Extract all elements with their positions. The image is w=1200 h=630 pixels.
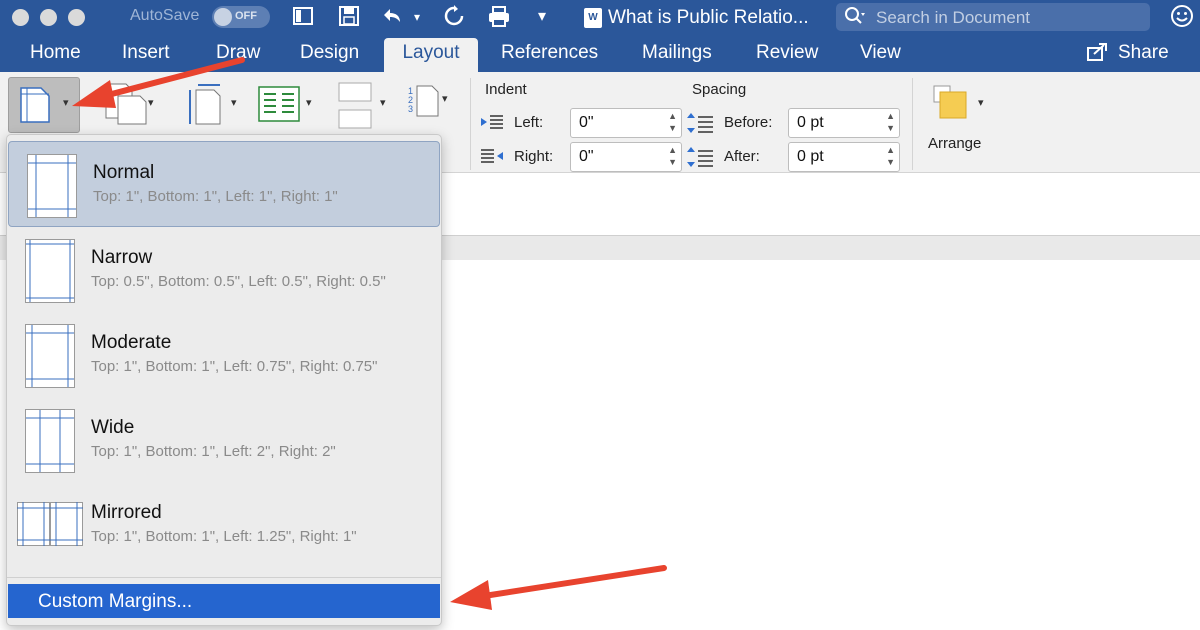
tab-references[interactable]: References (501, 42, 598, 64)
stepper-arrows-icon[interactable]: ▲ ▼ (668, 110, 677, 134)
size-icon[interactable] (186, 82, 226, 133)
indent-left-value: 0" (579, 114, 594, 131)
columns-dropdown-icon[interactable]: ▾ (306, 96, 312, 109)
stepper-arrows-icon[interactable]: ▲ ▼ (886, 144, 895, 168)
indent-left-stepper[interactable]: 0" ▲ ▼ (570, 108, 682, 138)
ribbon-divider (470, 78, 471, 170)
margin-option-moderate[interactable]: Moderate Top: 1", Bottom: 1", Left: 0.75… (7, 312, 441, 396)
close-window-button[interactable] (12, 9, 29, 26)
autosave-toggle[interactable]: OFF (212, 6, 270, 28)
indent-left-icon (480, 114, 504, 135)
spacing-after-label: After: (724, 148, 760, 165)
spacing-before-stepper[interactable]: 0 pt ▲ ▼ (788, 108, 900, 138)
indent-heading: Indent (485, 81, 527, 98)
toggle-knob (214, 8, 232, 26)
save-icon[interactable] (338, 5, 360, 32)
option-description: Top: 1", Bottom: 1", Left: 1", Right: 1" (93, 188, 338, 205)
tab-view[interactable]: View (860, 42, 901, 64)
orientation-dropdown-icon[interactable]: ▾ (148, 96, 154, 109)
margin-option-mirrored[interactable]: Mirrored Top: 1", Bottom: 1", Left: 1.25… (7, 482, 441, 566)
search-field[interactable]: Search in Document (836, 3, 1150, 31)
option-name: Wide (91, 417, 135, 438)
print-icon[interactable] (487, 5, 511, 32)
title-bar: AutoSave OFF ▾ ▾ W What is Public Relati… (0, 0, 1200, 36)
indent-left-label: Left: (514, 114, 544, 131)
menu-divider (7, 577, 441, 578)
tab-layout[interactable]: Layout (384, 38, 478, 72)
tab-review[interactable]: Review (756, 42, 818, 64)
normal-margin-icon (27, 154, 77, 218)
breaks-dropdown-icon[interactable]: ▾ (380, 96, 386, 109)
word-document-icon: W (584, 8, 602, 28)
minimize-window-button[interactable] (40, 9, 57, 26)
svg-text:3: 3 (408, 104, 413, 114)
option-description: Top: 1", Bottom: 1", Left: 1.25", Right:… (91, 528, 357, 545)
option-name: Narrow (91, 247, 153, 268)
stepper-arrows-icon[interactable]: ▲ ▼ (886, 110, 895, 134)
search-placeholder: Search in Document (876, 8, 1031, 27)
tab-home[interactable]: Home (30, 42, 81, 64)
breaks-icon[interactable] (338, 82, 372, 137)
arrange-dropdown-icon[interactable]: ▾ (978, 96, 984, 109)
moderate-margin-icon (25, 324, 75, 388)
undo-icon[interactable] (380, 5, 404, 32)
arrange-icon[interactable] (932, 84, 972, 129)
stepper-arrows-icon[interactable]: ▲ ▼ (668, 144, 677, 168)
share-button[interactable]: Share (1118, 42, 1169, 64)
orientation-icon[interactable] (104, 82, 148, 133)
line-numbers-dropdown-icon[interactable]: ▾ (442, 92, 448, 105)
tab-draw[interactable]: Draw (216, 42, 260, 64)
zoom-window-button[interactable] (68, 9, 85, 26)
spacing-heading: Spacing (692, 81, 747, 98)
redo-icon[interactable] (443, 5, 465, 32)
tab-layout-label: Layout (402, 42, 460, 63)
undo-dropdown-icon[interactable]: ▾ (414, 5, 420, 29)
spacing-before-icon (686, 112, 714, 139)
option-name: Normal (93, 162, 155, 183)
option-description: Top: 0.5", Bottom: 0.5", Left: 0.5", Rig… (91, 273, 386, 290)
arrange-label: Arrange (928, 135, 982, 152)
margin-option-narrow[interactable]: Narrow Top: 0.5", Bottom: 0.5", Left: 0.… (7, 227, 441, 311)
margin-option-wide[interactable]: Wide Top: 1", Bottom: 1", Left: 2", Righ… (7, 397, 441, 481)
spacing-before-value: 0 pt (797, 114, 824, 131)
margins-menu: Normal Top: 1", Bottom: 1", Left: 1", Ri… (6, 134, 442, 626)
tab-insert[interactable]: Insert (122, 42, 170, 64)
tab-design[interactable]: Design (300, 42, 359, 64)
sidebar-toggle-icon[interactable] (292, 5, 314, 32)
option-name: Mirrored (91, 502, 162, 523)
indent-right-stepper[interactable]: 0" ▲ ▼ (570, 142, 682, 172)
margins-icon (19, 86, 51, 129)
size-dropdown-icon[interactable]: ▾ (231, 96, 237, 109)
line-numbers-icon[interactable]: 123 (408, 84, 442, 123)
customize-toolbar-icon[interactable]: ▾ (538, 5, 546, 29)
search-icon (844, 6, 866, 31)
margins-dropdown-icon: ▾ (63, 97, 69, 109)
tab-mailings[interactable]: Mailings (642, 42, 712, 64)
autosave-label: AutoSave (130, 7, 200, 24)
spacing-before-label: Before: (724, 114, 773, 131)
spacing-after-stepper[interactable]: 0 pt ▲ ▼ (788, 142, 900, 172)
autosave-state: OFF (235, 10, 257, 22)
share-icon[interactable] (1086, 42, 1108, 67)
indent-right-icon (480, 148, 504, 169)
margins-button[interactable]: ▾ (8, 77, 80, 133)
custom-margins-item[interactable]: Custom Margins... (8, 584, 440, 618)
ribbon-divider (912, 78, 913, 170)
indent-right-value: 0" (579, 148, 594, 165)
custom-margins-label: Custom Margins... (38, 591, 193, 612)
mirrored-margin-icon (17, 502, 83, 551)
option-description: Top: 1", Bottom: 1", Left: 2", Right: 2" (91, 443, 336, 460)
spacing-after-icon (686, 146, 714, 173)
smiley-icon[interactable] (1170, 4, 1194, 35)
wide-margin-icon (25, 409, 75, 473)
document-title: What is Public Relatio... (608, 7, 809, 28)
margin-option-normal[interactable]: Normal Top: 1", Bottom: 1", Left: 1", Ri… (8, 141, 440, 227)
option-name: Moderate (91, 332, 172, 353)
columns-icon[interactable] (258, 86, 300, 127)
ribbon-tab-bar (0, 36, 1200, 72)
spacing-after-value: 0 pt (797, 148, 824, 165)
narrow-margin-icon (25, 239, 75, 303)
option-description: Top: 1", Bottom: 1", Left: 0.75", Right:… (91, 358, 378, 375)
indent-right-label: Right: (514, 148, 554, 165)
